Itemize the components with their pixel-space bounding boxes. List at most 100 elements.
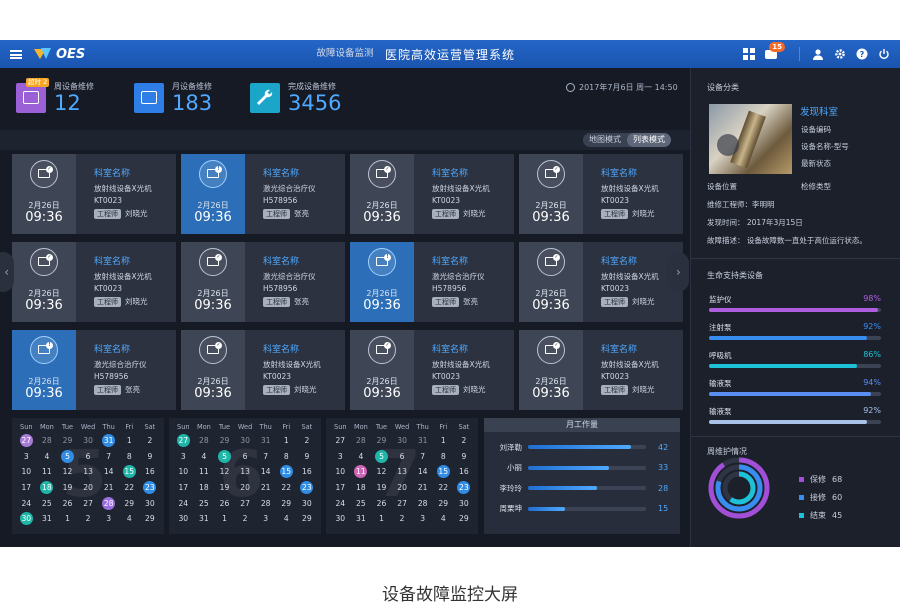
calendar-day[interactable]: 29 bbox=[119, 495, 140, 511]
calendar-day[interactable]: 1 bbox=[214, 511, 235, 527]
calendar-day[interactable]: 19 bbox=[214, 480, 235, 496]
fault-card[interactable]: ! 2月26日 09:36 科室名称 激光综合治疗仪 H578956 工程师 张亮 bbox=[350, 242, 514, 322]
calendar-day[interactable]: 28 bbox=[255, 495, 276, 511]
calendar-day[interactable]: 24 bbox=[173, 495, 194, 511]
fault-card[interactable]: ✓ 2月26日 09:36 科室名称 放射线设备X光机 KT0023 工程师 刘晓光 bbox=[519, 242, 683, 322]
calendar-day[interactable]: 10 bbox=[16, 464, 37, 480]
fault-card[interactable]: ✓ 2月26日 09:36 科室名称 放射线设备X光机 KT0023 工程师 刘晓光 bbox=[519, 330, 683, 410]
calendar-day[interactable]: 4 bbox=[433, 511, 454, 527]
calendar-day[interactable]: 6 bbox=[392, 449, 413, 465]
calendar-day[interactable]: 28 bbox=[194, 433, 215, 449]
calendar-day[interactable]: 3 bbox=[98, 511, 119, 527]
calendar-day[interactable]: 1 bbox=[57, 511, 78, 527]
calendar-day[interactable]: 10 bbox=[330, 464, 351, 480]
calendar-day[interactable]: 31 bbox=[351, 511, 372, 527]
calendar-day[interactable]: 27 bbox=[16, 433, 37, 449]
calendar-day[interactable]: 25 bbox=[37, 495, 58, 511]
calendar-day[interactable]: 9 bbox=[297, 449, 318, 465]
calendar-day[interactable]: 23 bbox=[297, 480, 318, 496]
calendar-day[interactable]: 2 bbox=[235, 511, 256, 527]
calendar-day[interactable]: 1 bbox=[119, 433, 140, 449]
calendar-day[interactable]: 3 bbox=[255, 511, 276, 527]
fault-card[interactable]: ✓ 2月26日 09:36 科室名称 放射线设备X光机 KT0023 工程师 刘晓光 bbox=[181, 330, 345, 410]
calendar-day[interactable]: 8 bbox=[276, 449, 297, 465]
calendar-day[interactable]: 31 bbox=[98, 433, 119, 449]
calendar-day[interactable]: 21 bbox=[255, 480, 276, 496]
next-page-arrow[interactable]: › bbox=[667, 252, 689, 292]
calendar-day[interactable]: 2 bbox=[140, 433, 161, 449]
calendar-day[interactable]: 12 bbox=[371, 464, 392, 480]
calendar-day[interactable]: 15 bbox=[119, 464, 140, 480]
calendar-day[interactable]: 7 bbox=[412, 449, 433, 465]
calendar-day[interactable]: 17 bbox=[16, 480, 37, 496]
fault-card[interactable]: ✓ 2月26日 09:36 科室名称 放射线设备X光机 KT0023 工程师 刘晓光 bbox=[350, 154, 514, 234]
prev-page-arrow[interactable]: ‹ bbox=[0, 252, 14, 292]
calendar-day[interactable]: 19 bbox=[371, 480, 392, 496]
calendar-day[interactable]: 8 bbox=[119, 449, 140, 465]
calendar-day[interactable]: 16 bbox=[140, 464, 161, 480]
calendar-day[interactable]: 18 bbox=[37, 480, 58, 496]
calendar-day[interactable]: 26 bbox=[57, 495, 78, 511]
calendar-day[interactable]: 29 bbox=[276, 495, 297, 511]
calendar-day[interactable]: 15 bbox=[433, 464, 454, 480]
user-icon[interactable] bbox=[812, 48, 824, 60]
calendar-day[interactable]: 28 bbox=[98, 495, 119, 511]
calendar-day[interactable]: 31 bbox=[412, 433, 433, 449]
fault-card[interactable]: ✓ 2月26日 09:36 科室名称 放射线设备X光机 KT0023 工程师 刘晓光 bbox=[12, 242, 176, 322]
calendar-day[interactable]: 27 bbox=[78, 495, 99, 511]
fault-card[interactable]: ✓ 2月26日 09:36 科室名称 放射线设备X光机 KT0023 工程师 刘晓光 bbox=[519, 154, 683, 234]
calendar-day[interactable]: 2 bbox=[392, 511, 413, 527]
settings-gear-icon[interactable] bbox=[834, 48, 846, 60]
calendar-day[interactable]: 20 bbox=[78, 480, 99, 496]
help-icon[interactable]: ? bbox=[856, 48, 868, 60]
calendar-day[interactable]: 27 bbox=[330, 433, 351, 449]
calendar-day[interactable]: 5 bbox=[57, 449, 78, 465]
calendar-day[interactable]: 25 bbox=[194, 495, 215, 511]
grid-icon[interactable] bbox=[743, 48, 755, 60]
calendar-day[interactable]: 13 bbox=[78, 464, 99, 480]
equipment-room[interactable]: 发现科室 bbox=[800, 104, 838, 118]
calendar-day[interactable]: 4 bbox=[194, 449, 215, 465]
calendar-day[interactable]: 29 bbox=[433, 495, 454, 511]
calendar-day[interactable]: 1 bbox=[371, 511, 392, 527]
calendar-day[interactable]: 3 bbox=[173, 449, 194, 465]
calendar-day[interactable]: 19 bbox=[57, 480, 78, 496]
calendar-day[interactable]: 30 bbox=[392, 433, 413, 449]
calendar-day[interactable]: 11 bbox=[351, 464, 372, 480]
calendar-day[interactable]: 20 bbox=[235, 480, 256, 496]
calendar-day[interactable]: 29 bbox=[140, 511, 161, 527]
calendar-day[interactable]: 5 bbox=[371, 449, 392, 465]
calendar-day[interactable]: 7 bbox=[98, 449, 119, 465]
calendar-day[interactable]: 2 bbox=[297, 433, 318, 449]
calendar-day[interactable]: 30 bbox=[173, 511, 194, 527]
calendar-day[interactable]: 20 bbox=[392, 480, 413, 496]
calendar-day[interactable]: 18 bbox=[351, 480, 372, 496]
calendar-day[interactable]: 17 bbox=[173, 480, 194, 496]
calendar-day[interactable]: 14 bbox=[412, 464, 433, 480]
calendar-day[interactable]: 1 bbox=[433, 433, 454, 449]
calendar-day[interactable]: 29 bbox=[297, 511, 318, 527]
calendar-day[interactable]: 26 bbox=[214, 495, 235, 511]
calendar-day[interactable]: 12 bbox=[57, 464, 78, 480]
fault-card[interactable]: ! 2月26日 09:36 科室名称 激光综合治疗仪 H578956 工程师 张亮 bbox=[181, 154, 345, 234]
calendar-day[interactable]: 6 bbox=[78, 449, 99, 465]
calendar-day[interactable]: 14 bbox=[98, 464, 119, 480]
calendar-day[interactable]: 23 bbox=[454, 480, 475, 496]
calendar-day[interactable]: 8 bbox=[433, 449, 454, 465]
list-mode-button[interactable]: 列表模式 bbox=[627, 133, 671, 147]
calendar-day[interactable]: 4 bbox=[37, 449, 58, 465]
calendar-day[interactable]: 11 bbox=[37, 464, 58, 480]
calendar-day[interactable]: 7 bbox=[255, 449, 276, 465]
calendar-day[interactable]: 28 bbox=[351, 433, 372, 449]
map-mode-button[interactable]: 地图模式 bbox=[583, 133, 627, 147]
calendar-day[interactable]: 24 bbox=[16, 495, 37, 511]
calendar-day[interactable]: 13 bbox=[235, 464, 256, 480]
calendar-day[interactable]: 4 bbox=[276, 511, 297, 527]
calendar-day[interactable]: 17 bbox=[330, 480, 351, 496]
calendar-day[interactable]: 28 bbox=[37, 433, 58, 449]
calendar-day[interactable]: 31 bbox=[37, 511, 58, 527]
calendar-day[interactable]: 21 bbox=[412, 480, 433, 496]
fault-card[interactable]: ✓ 2月26日 09:36 科室名称 激光综合治疗仪 H578956 工程师 张亮 bbox=[181, 242, 345, 322]
calendar-day[interactable]: 1 bbox=[276, 433, 297, 449]
calendar-day[interactable]: 29 bbox=[371, 433, 392, 449]
